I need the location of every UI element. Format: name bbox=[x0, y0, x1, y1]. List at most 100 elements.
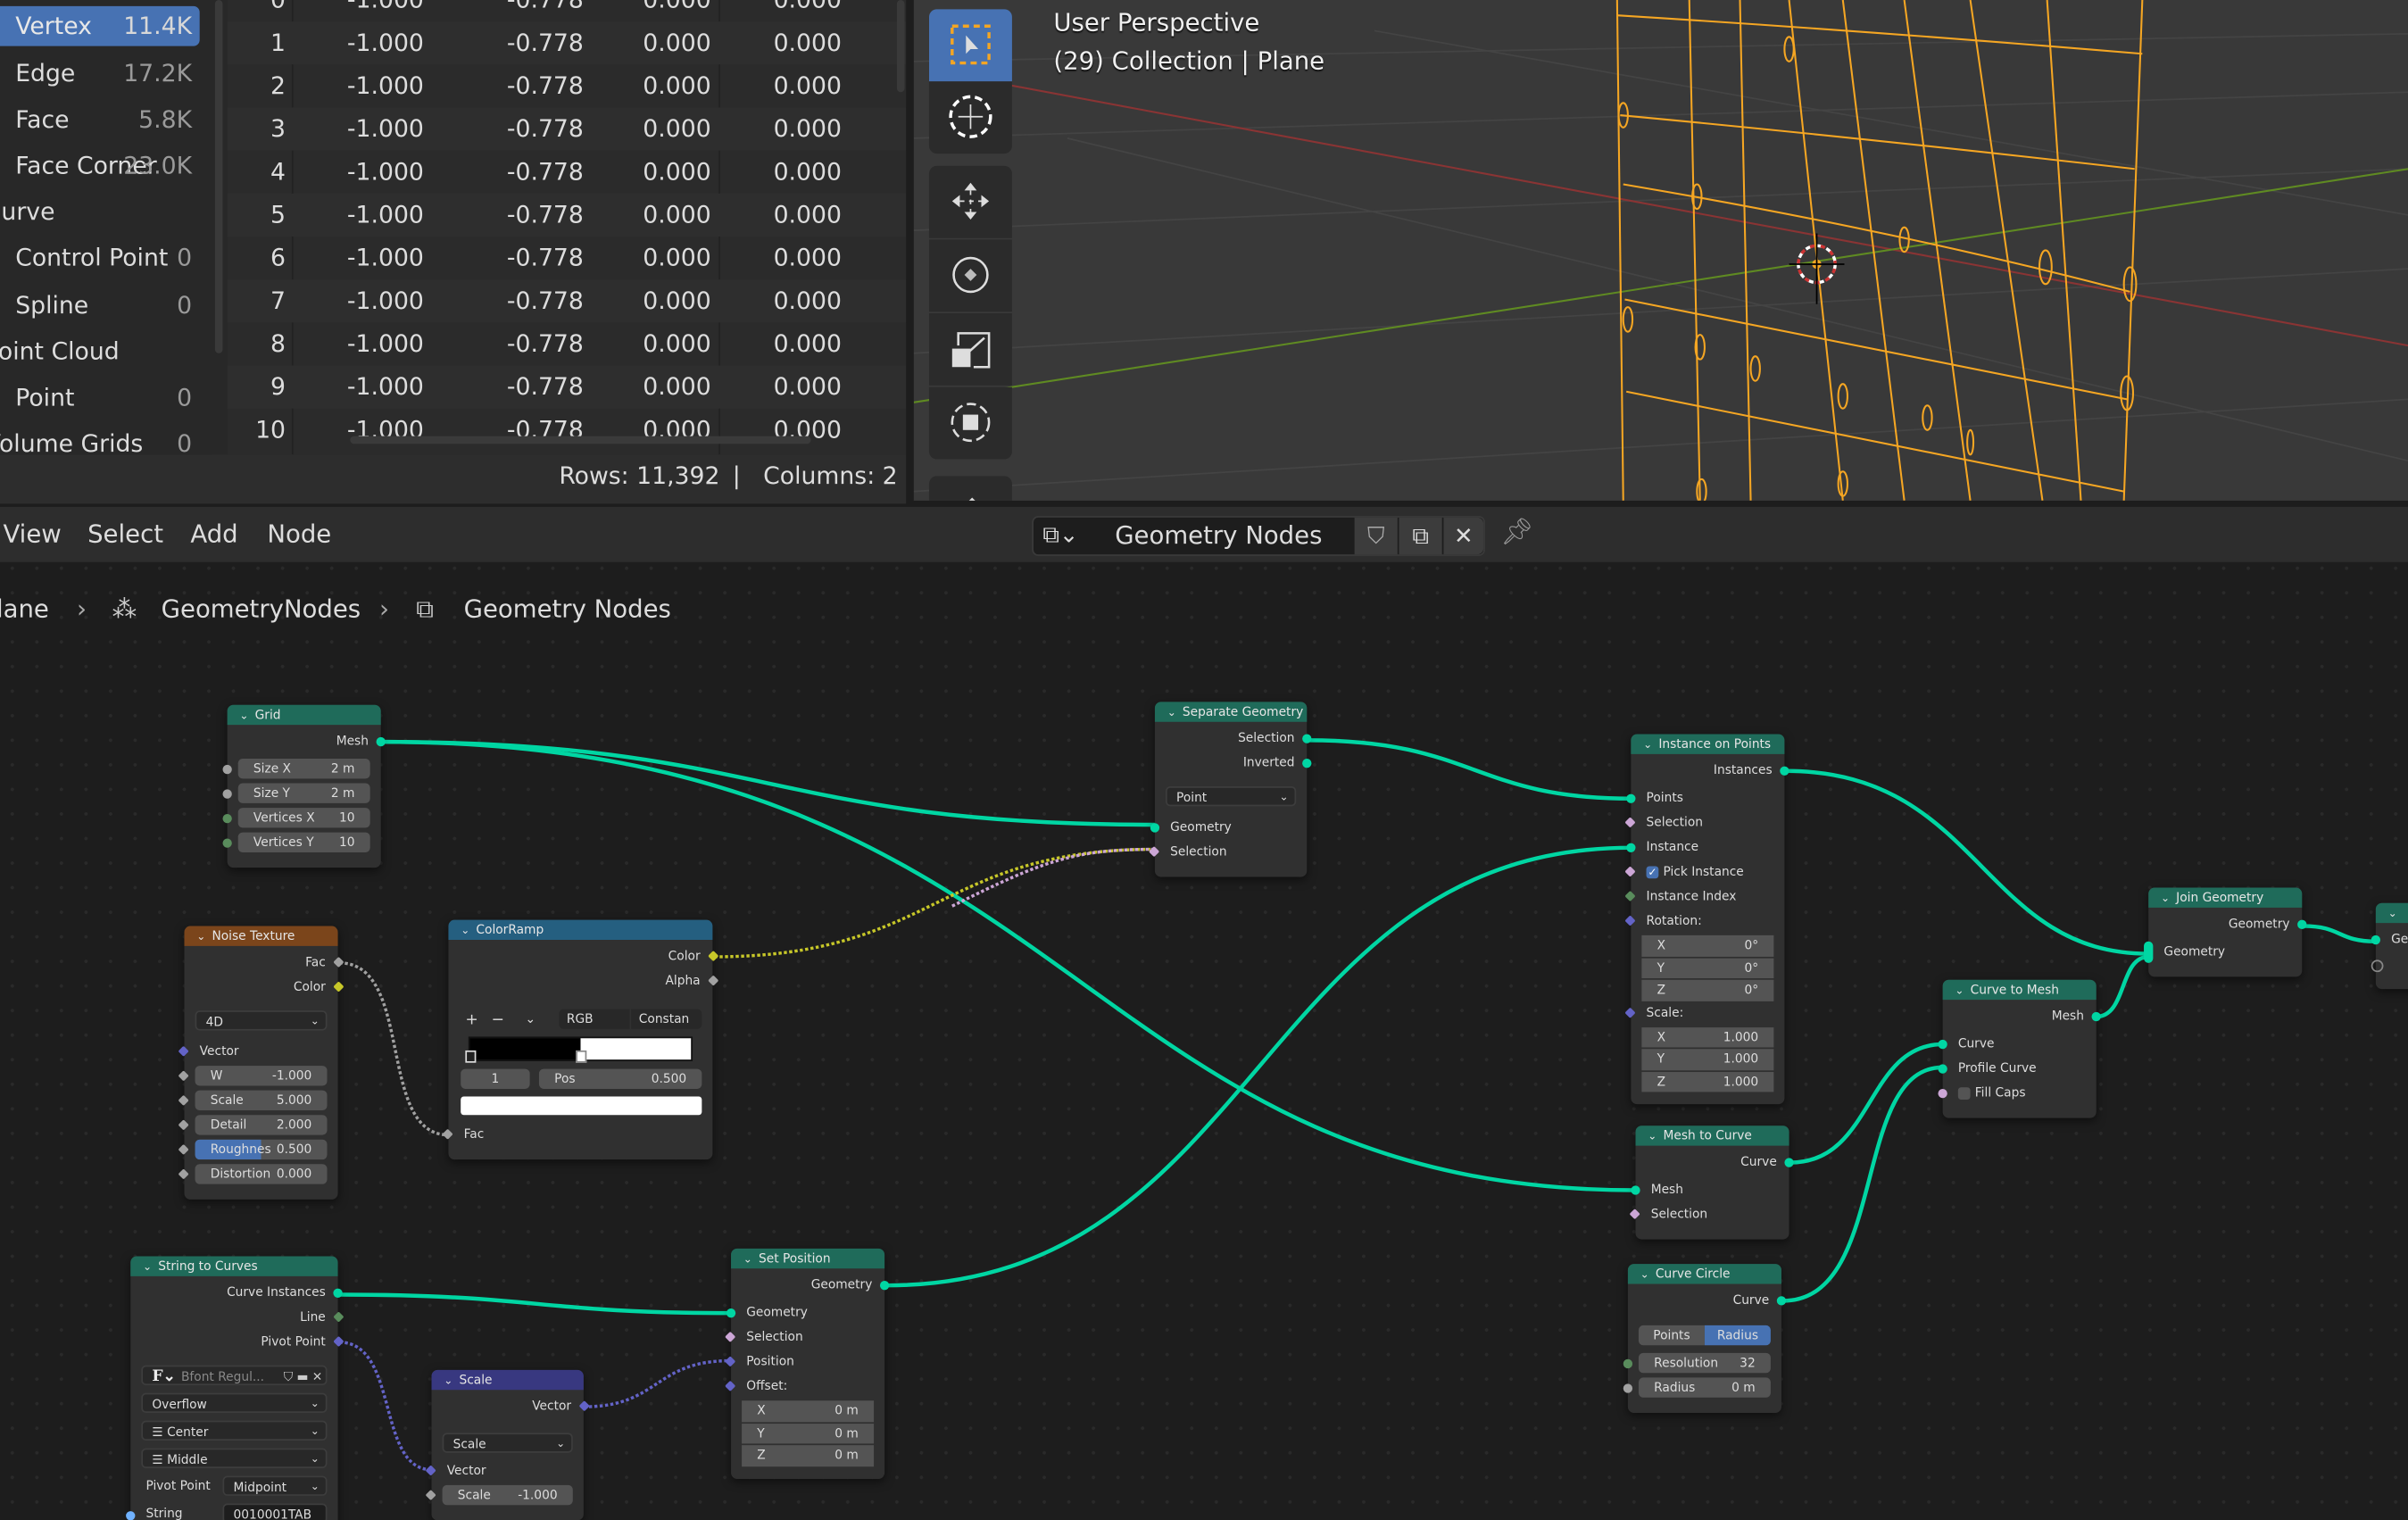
node-header[interactable]: ⌄ bbox=[2375, 902, 2408, 924]
node-header[interactable]: ⌄ Noise Texture bbox=[184, 926, 338, 946]
geo-socket[interactable] bbox=[1302, 734, 1312, 743]
int-socket[interactable] bbox=[1623, 1358, 1633, 1369]
node-header[interactable]: ⌄ String to Curves bbox=[130, 1256, 338, 1277]
number-field[interactable]: Vertices X 10 bbox=[237, 808, 370, 828]
remove-stop-button[interactable]: − bbox=[492, 1009, 504, 1034]
font-selector[interactable]: F⌄ Bfont Regul... ⛉ ▬ ✕ bbox=[141, 1365, 328, 1386]
node-header[interactable]: ⌄ Separate Geometry bbox=[1154, 702, 1308, 723]
float-socket[interactable] bbox=[1623, 1383, 1633, 1393]
geo-socket[interactable] bbox=[2371, 934, 2381, 945]
link-instances-to-join[interactable] bbox=[1786, 768, 2149, 956]
number-field[interactable]: Scale 5.000 bbox=[195, 1090, 328, 1111]
add-stop-button[interactable]: + bbox=[465, 1009, 477, 1034]
ramp-menu-chevron-icon[interactable]: ⌄ bbox=[525, 1008, 536, 1033]
float-socket[interactable] bbox=[222, 789, 232, 799]
pivot-point-dropdown[interactable]: Midpoint ⌄ bbox=[222, 1475, 328, 1496]
color-stop-handle[interactable] bbox=[465, 1050, 477, 1063]
geo-socket[interactable] bbox=[333, 1288, 343, 1298]
node-set-position[interactable]: ⌄ Set Position Geometry Geometry Selection Po… bbox=[725, 1248, 890, 1479]
node-scale[interactable]: ⌄ Scale Vector Scale ⌄ Vector Scale -1.000 bbox=[425, 1369, 590, 1520]
vector-component-field[interactable]: Z 0° bbox=[1641, 979, 1774, 1001]
geo-socket[interactable] bbox=[1626, 793, 1636, 803]
node-colorramp[interactable]: ⌄ ColorRamp Color Alpha + − ⌄ RGB Constan 1 Pos 0.5… bbox=[442, 919, 719, 1160]
color-stop-handle-active[interactable] bbox=[576, 1050, 587, 1063]
stop-index-field[interactable]: 1 bbox=[461, 1068, 530, 1089]
checkbox[interactable]: ✓ bbox=[1646, 866, 1659, 879]
geo-socket[interactable] bbox=[2144, 941, 2154, 963]
geo-socket[interactable] bbox=[376, 736, 386, 747]
checkbox[interactable] bbox=[1957, 1087, 1971, 1100]
node-header[interactable]: ⌄ Instance on Points bbox=[1631, 734, 1785, 755]
number-field[interactable]: Size X 2 m bbox=[237, 759, 370, 779]
node-string-to-curves[interactable]: ⌄ String to Curves Curve Instances Line Pivo… bbox=[126, 1256, 345, 1520]
node-header[interactable]: ⌄ Set Position bbox=[731, 1248, 885, 1270]
number-field[interactable]: Radius 0 m bbox=[1638, 1377, 1771, 1398]
node-header[interactable]: ⌄ Grid bbox=[227, 704, 381, 727]
number-field[interactable]: Detail 2.000 bbox=[195, 1115, 328, 1135]
number-field[interactable]: Roughnes 0.500 bbox=[195, 1139, 328, 1160]
link-separate-to-instance-points[interactable] bbox=[1308, 738, 1632, 801]
vector-component-field[interactable]: Z 0 m bbox=[742, 1445, 875, 1466]
number-field[interactable]: Vertices Y 10 bbox=[237, 832, 370, 852]
dropdown-4d[interactable]: 4D ⌄ bbox=[195, 1010, 328, 1031]
float-socket[interactable] bbox=[222, 764, 232, 775]
collapse-chevron-icon[interactable]: ⌄ bbox=[239, 707, 254, 727]
vector-component-field[interactable]: X 0° bbox=[1641, 934, 1774, 957]
collapse-chevron-icon[interactable]: ⌄ bbox=[461, 921, 476, 941]
node-header[interactable]: ⌄ Mesh to Curve bbox=[1635, 1125, 1789, 1147]
collapse-chevron-icon[interactable]: ⌄ bbox=[1167, 703, 1183, 723]
vector-component-field[interactable]: Y 1.000 bbox=[1641, 1049, 1774, 1070]
link-join-to-output[interactable] bbox=[2303, 924, 2376, 944]
number-field[interactable]: Scale -1.000 bbox=[442, 1484, 573, 1506]
link-string-to-setpos[interactable] bbox=[339, 1292, 732, 1316]
number-field[interactable]: Distortion 0.000 bbox=[195, 1164, 328, 1184]
node-group-output[interactable]: ⌄ Geo bbox=[2371, 902, 2408, 990]
geo-socket[interactable] bbox=[879, 1281, 890, 1291]
dropdown-point[interactable]: Point ⌄ bbox=[1165, 785, 1297, 807]
collapse-chevron-icon[interactable]: ⌄ bbox=[1648, 1127, 1663, 1147]
node-header[interactable]: ⌄ Join Geometry bbox=[2148, 887, 2303, 909]
node-header[interactable]: ⌄ ColorRamp bbox=[448, 919, 713, 941]
collapse-chevron-icon[interactable]: ⌄ bbox=[143, 1258, 158, 1277]
empty-socket[interactable] bbox=[2371, 959, 2384, 973]
node-curve-circle[interactable]: ⌄ Curve Circle Curve Points Radius Resolution… bbox=[1623, 1264, 1787, 1414]
node-curve-to-mesh[interactable]: ⌄ Curve to Mesh Mesh Curve Profile Curve Fill… bbox=[1938, 979, 2101, 1118]
int-socket[interactable] bbox=[222, 813, 232, 824]
vector-component-field[interactable]: X 1.000 bbox=[1641, 1026, 1774, 1048]
collapse-chevron-icon[interactable]: ⌄ bbox=[1643, 735, 1658, 755]
node-separate-geometry[interactable]: ⌄ Separate Geometry Selection Inverted Point… bbox=[1148, 702, 1312, 877]
link-curve-to-mesh-to-join[interactable] bbox=[2096, 954, 2149, 1019]
number-field[interactable]: Size Y 2 m bbox=[237, 783, 370, 803]
geo-socket[interactable] bbox=[1626, 843, 1636, 852]
geo-socket[interactable] bbox=[1938, 1039, 1947, 1050]
geo-socket[interactable] bbox=[1784, 1158, 1794, 1167]
vector-component-field[interactable]: Z 1.000 bbox=[1641, 1071, 1774, 1092]
mode-toggle-radius[interactable]: Radius bbox=[1704, 1325, 1771, 1346]
geo-socket[interactable] bbox=[1302, 759, 1312, 768]
link-scale-to-position[interactable] bbox=[583, 1358, 732, 1408]
geo-socket[interactable] bbox=[1150, 823, 1160, 833]
node-noise-texture[interactable]: ⌄ Noise Texture Fac Color 4D ⌄ Vector W -1.000 Sc… bbox=[178, 926, 345, 1200]
collapse-chevron-icon[interactable]: ⌄ bbox=[2161, 889, 2176, 909]
dropdown-center[interactable]: ☰ Center ⌄ bbox=[141, 1420, 328, 1441]
node-join-geometry[interactable]: ⌄ Join Geometry Geometry Geometry bbox=[2144, 887, 2307, 977]
vector-component-field[interactable]: Y 0° bbox=[1641, 957, 1774, 979]
string-field[interactable]: 0010001TAB bbox=[222, 1503, 328, 1520]
link-circle-to-profile[interactable] bbox=[1782, 1065, 1943, 1303]
link-noise-to-ramp[interactable] bbox=[339, 961, 449, 1137]
int-socket[interactable] bbox=[222, 838, 232, 848]
dropdown-scale[interactable]: Scale ⌄ bbox=[442, 1433, 573, 1453]
node-mesh-to-curve[interactable]: ⌄ Mesh to Curve Curve Mesh Selection bbox=[1629, 1125, 1794, 1240]
stop-position-field[interactable]: Pos 0.500 bbox=[538, 1068, 702, 1089]
vector-component-field[interactable]: X 0 m bbox=[742, 1400, 875, 1422]
collapse-chevron-icon[interactable]: ⌄ bbox=[1640, 1266, 1656, 1285]
collapse-chevron-icon[interactable]: ⌄ bbox=[444, 1372, 459, 1391]
link-grid-to-separate[interactable] bbox=[380, 739, 1155, 827]
node-header[interactable]: ⌄ Curve Circle bbox=[1627, 1264, 1781, 1285]
dropdown-overflow[interactable]: Overflow ⌄ bbox=[141, 1392, 328, 1414]
geo-socket[interactable] bbox=[2091, 1011, 2101, 1022]
collapse-chevron-icon[interactable]: ⌄ bbox=[743, 1250, 759, 1270]
geo-socket[interactable] bbox=[1938, 1064, 1947, 1074]
geo-socket[interactable] bbox=[726, 1308, 736, 1318]
interpolation-dropdown[interactable]: Constan bbox=[631, 1009, 702, 1029]
